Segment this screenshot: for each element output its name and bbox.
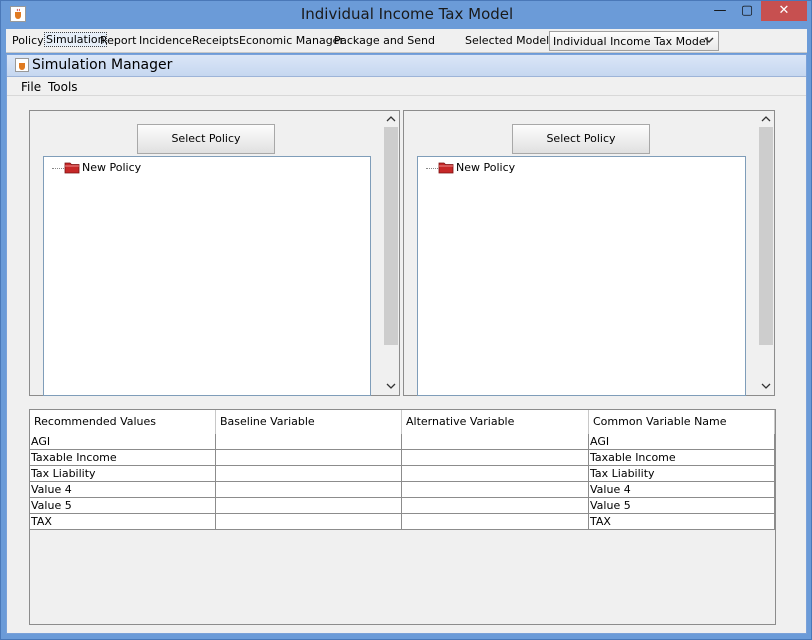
window-titlebar[interactable]: Individual Income Tax Model — ▢ ✕ [1, 1, 811, 29]
table-row[interactable]: Taxable Income Taxable Income [30, 450, 775, 466]
scrollbar-thumb-left[interactable] [384, 127, 398, 345]
table-cell[interactable]: Value 4 [589, 482, 775, 498]
close-button[interactable]: ✕ [761, 1, 807, 21]
table-row[interactable]: Value 4 Value 4 [30, 482, 775, 498]
column-header-common-variable-name[interactable]: Common Variable Name [589, 410, 775, 434]
window-title: Individual Income Tax Model [300, 5, 514, 23]
column-header-recommended-values[interactable]: Recommended Values [30, 410, 216, 434]
main-menubar: Policy Simulation Report Incidence Recei… [6, 29, 807, 53]
table-cell[interactable] [402, 498, 589, 514]
table-cell[interactable]: Value 5 [589, 498, 775, 514]
table-row[interactable]: TAX TAX [30, 514, 775, 530]
menu-report[interactable]: Report [100, 34, 136, 47]
table-cell[interactable] [402, 466, 589, 482]
table-cell[interactable] [216, 434, 402, 450]
table-cell[interactable]: Taxable Income [30, 450, 216, 466]
table-cell[interactable]: Tax Liability [30, 466, 216, 482]
table-cell[interactable] [216, 498, 402, 514]
table-cell[interactable] [216, 514, 402, 530]
red-folder-icon [438, 162, 454, 174]
column-header-alternative-variable[interactable]: Alternative Variable [402, 410, 589, 434]
column-header-baseline-variable[interactable]: Baseline Variable [216, 410, 402, 434]
menu-package-and-send[interactable]: Package and Send [334, 34, 435, 47]
table-cell[interactable] [402, 482, 589, 498]
scrollbar-left[interactable] [383, 111, 399, 395]
minimize-button[interactable]: — [707, 1, 733, 21]
menu-policy[interactable]: Policy [12, 34, 44, 47]
scrollbar-right[interactable] [758, 111, 774, 395]
tree-connector [426, 168, 438, 169]
table-cell[interactable] [402, 450, 589, 466]
table-row[interactable]: Tax Liability Tax Liability [30, 466, 775, 482]
table-cell[interactable]: AGI [589, 434, 775, 450]
table-cell[interactable]: Taxable Income [589, 450, 775, 466]
frame-menubar: File Tools [7, 78, 806, 96]
tree-connector [52, 168, 64, 169]
simulation-manager-frame: Simulation Manager File Tools Select Pol… [6, 54, 807, 634]
table-cell[interactable] [216, 450, 402, 466]
table-cell[interactable]: AGI [30, 434, 216, 450]
selected-model-label: Selected Model: [465, 34, 553, 47]
select-policy-button-left[interactable]: Select Policy [137, 124, 275, 154]
table-row[interactable]: Value 5 Value 5 [30, 498, 775, 514]
scrollbar-thumb-right[interactable] [759, 127, 773, 345]
chevron-down-icon [704, 37, 714, 43]
table-header-row: Recommended Values Baseline Variable Alt… [30, 410, 775, 434]
frame-title: Simulation Manager [32, 57, 173, 73]
red-folder-icon [64, 162, 80, 174]
policy-tree-left[interactable]: New Policy [43, 156, 371, 396]
menu-file[interactable]: File [21, 80, 41, 94]
variables-table: Recommended Values Baseline Variable Alt… [29, 409, 776, 625]
chevron-up-icon[interactable] [386, 114, 396, 124]
table-cell[interactable]: Value 4 [30, 482, 216, 498]
table-cell[interactable] [216, 482, 402, 498]
frame-titlebar[interactable]: Simulation Manager [7, 55, 806, 77]
baseline-policy-panel: Select Policy New Policy [29, 110, 400, 396]
alternative-policy-panel: Select Policy New Policy [403, 110, 775, 396]
chevron-down-icon[interactable] [386, 381, 396, 391]
menu-receipts[interactable]: Receipts [192, 34, 239, 47]
table-cell[interactable]: Value 5 [30, 498, 216, 514]
table-cell[interactable]: TAX [30, 514, 216, 530]
tree-node-label: New Policy [82, 161, 142, 174]
chevron-down-icon[interactable] [761, 381, 771, 391]
maximize-button[interactable]: ▢ [734, 1, 760, 21]
model-select[interactable]: Individual Income Tax Model [549, 31, 719, 51]
table-row[interactable]: AGI AGI [30, 434, 775, 450]
table-cell[interactable] [216, 466, 402, 482]
table-cell[interactable] [402, 434, 589, 450]
policy-tree-right[interactable]: New Policy [417, 156, 746, 396]
table-cell[interactable]: TAX [589, 514, 775, 530]
application-window: Individual Income Tax Model — ▢ ✕ Policy… [0, 0, 812, 640]
menu-tools[interactable]: Tools [48, 80, 78, 94]
table-cell[interactable]: Tax Liability [589, 466, 775, 482]
java-coffee-icon [15, 58, 29, 72]
chevron-up-icon[interactable] [761, 114, 771, 124]
select-policy-button-right[interactable]: Select Policy [512, 124, 650, 154]
menu-economic-manager[interactable]: Economic Manager [239, 34, 344, 47]
menu-incidence[interactable]: Incidence [139, 34, 192, 47]
tree-node-label: New Policy [456, 161, 516, 174]
menu-simulation[interactable]: Simulation [44, 32, 107, 47]
table-cell[interactable] [402, 514, 589, 530]
model-select-value: Individual Income Tax Model [553, 35, 709, 48]
